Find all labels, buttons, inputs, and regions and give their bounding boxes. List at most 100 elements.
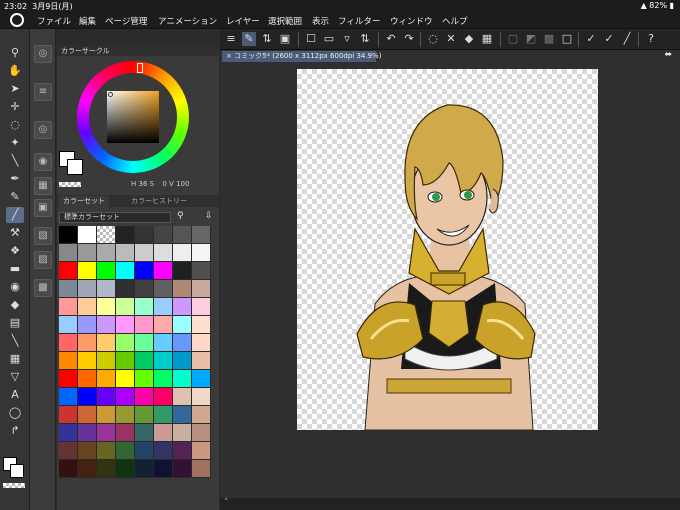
color-swatch[interactable] xyxy=(154,370,173,388)
help-icon[interactable]: ? xyxy=(644,32,658,46)
sv-cursor[interactable] xyxy=(108,92,113,97)
color-swatch[interactable] xyxy=(78,460,97,478)
menu-animation[interactable]: アニメーション xyxy=(158,15,217,27)
lasso-tool-icon[interactable]: ◌ xyxy=(6,117,24,133)
airbrush-icon[interactable]: ⚒ xyxy=(6,225,24,241)
color-swatch[interactable] xyxy=(116,460,135,478)
color-swatch[interactable] xyxy=(173,370,192,388)
color-swatch[interactable] xyxy=(192,352,211,370)
ruler-tool-icon[interactable]: ▽ xyxy=(6,369,24,385)
color-swatch[interactable] xyxy=(59,424,78,442)
pencil-tool-icon[interactable]: ✎ xyxy=(6,189,24,205)
color-swatch[interactable] xyxy=(59,352,78,370)
expand-icon[interactable]: ⬌ xyxy=(664,50,672,60)
color-swatch[interactable] xyxy=(173,406,192,424)
color-swatch[interactable] xyxy=(135,388,154,406)
color-swatch[interactable] xyxy=(192,406,211,424)
menu-filter[interactable]: フィルター xyxy=(338,15,380,27)
import-icon[interactable]: ⇩ xyxy=(205,211,213,221)
color-swatch[interactable] xyxy=(192,280,211,298)
color-swatch[interactable] xyxy=(97,280,116,298)
color-swatch[interactable] xyxy=(173,316,192,334)
color-swatch[interactable] xyxy=(116,334,135,352)
color-swatch[interactable] xyxy=(154,226,173,244)
color-swatch[interactable] xyxy=(116,316,135,334)
selection-icon[interactable]: ▢ xyxy=(506,32,520,46)
arrows-icon[interactable]: ⇅ xyxy=(358,32,372,46)
new-file-icon[interactable]: ☐ xyxy=(304,32,318,46)
color-swatch[interactable] xyxy=(59,460,78,478)
color-swatch[interactable] xyxy=(78,442,97,460)
color-swatch[interactable] xyxy=(97,388,116,406)
color-swatch[interactable] xyxy=(154,316,173,334)
sub-tool-icon-1[interactable]: ◎ xyxy=(34,45,52,63)
color-swatch[interactable] xyxy=(154,262,173,280)
color-swatch[interactable] xyxy=(135,280,154,298)
color-swatch[interactable] xyxy=(116,370,135,388)
color-swatch[interactable] xyxy=(78,424,97,442)
color-swatch[interactable] xyxy=(173,226,192,244)
color-swatch[interactable] xyxy=(173,388,192,406)
eraser-icon[interactable]: ▬ xyxy=(6,261,24,277)
document-tab[interactable]: × コミック5* (2600 x 3112px 600dpi 34.9%) xyxy=(222,51,381,62)
color-swatch[interactable] xyxy=(116,352,135,370)
sub-tool-icon-4[interactable]: ◉ xyxy=(34,153,52,171)
crop-icon[interactable]: □ xyxy=(560,32,574,46)
color-swatch[interactable] xyxy=(154,442,173,460)
magic-wand-icon[interactable]: ✦ xyxy=(6,135,24,151)
color-swatch[interactable] xyxy=(97,370,116,388)
color-swatch[interactable] xyxy=(154,352,173,370)
color-swatch[interactable] xyxy=(78,316,97,334)
up-down-icon[interactable]: ⇅ xyxy=(260,32,274,46)
color-swatch[interactable] xyxy=(173,424,192,442)
v-value[interactable]: 100 xyxy=(176,180,189,188)
balloon-icon[interactable]: ◯ xyxy=(6,405,24,421)
zoom-tool-icon[interactable]: ⚲ xyxy=(6,45,24,61)
color-set-select[interactable]: 標準カラーセット xyxy=(59,212,171,223)
menu-help[interactable]: ヘルプ xyxy=(442,15,468,27)
tab-color-history[interactable]: カラーヒストリー xyxy=(131,196,187,206)
color-swatch[interactable] xyxy=(154,406,173,424)
brush-tool-icon[interactable]: ╱ xyxy=(6,207,24,223)
color-swatch[interactable] xyxy=(116,244,135,262)
color-swatch[interactable] xyxy=(78,406,97,424)
color-swatch[interactable] xyxy=(135,424,154,442)
color-swatch[interactable] xyxy=(173,352,192,370)
color-swatch[interactable] xyxy=(97,298,116,316)
color-swatch[interactable] xyxy=(59,298,78,316)
color-swatch[interactable] xyxy=(173,280,192,298)
color-swatch[interactable] xyxy=(154,280,173,298)
eyedropper-icon[interactable]: ╲ xyxy=(6,153,24,169)
sub-tool-icon-3[interactable]: ◎ xyxy=(34,121,52,139)
color-swatch[interactable] xyxy=(135,352,154,370)
color-swatch[interactable] xyxy=(78,298,97,316)
lasso-icon[interactable]: ◌ xyxy=(426,32,440,46)
color-swatch[interactable] xyxy=(59,280,78,298)
transform-icon[interactable]: ▦ xyxy=(480,32,494,46)
color-swatch[interactable] xyxy=(97,406,116,424)
panel-transparent-chip[interactable] xyxy=(59,182,81,187)
correction-icon[interactable]: ↱ xyxy=(6,423,24,439)
sub-color-chip[interactable] xyxy=(10,464,24,478)
color-swatch[interactable] xyxy=(78,262,97,280)
object-tool-icon[interactable]: ➤ xyxy=(6,81,24,97)
fill-tool-icon[interactable]: ◆ xyxy=(6,297,24,313)
hand-tool-icon[interactable]: ✋ xyxy=(6,63,24,79)
document-close-icon[interactable]: × xyxy=(226,52,234,60)
tab-color-set[interactable]: カラーセット xyxy=(59,196,109,207)
sub-tool-icon-6[interactable]: ▣ xyxy=(34,199,52,217)
color-swatch[interactable] xyxy=(154,388,173,406)
color-swatch[interactable] xyxy=(78,244,97,262)
color-swatch[interactable] xyxy=(78,226,97,244)
menu-page[interactable]: ページ管理 xyxy=(105,15,147,27)
color-swatch[interactable] xyxy=(135,442,154,460)
color-swatch[interactable] xyxy=(59,442,78,460)
menu-view[interactable]: 表示 xyxy=(312,15,329,27)
color-swatch[interactable] xyxy=(154,424,173,442)
saturation-value-box[interactable] xyxy=(107,91,159,143)
color-swatch[interactable] xyxy=(78,352,97,370)
color-swatch[interactable] xyxy=(59,334,78,352)
color-swatch[interactable] xyxy=(135,334,154,352)
color-swatch[interactable] xyxy=(135,460,154,478)
color-swatch[interactable] xyxy=(116,442,135,460)
